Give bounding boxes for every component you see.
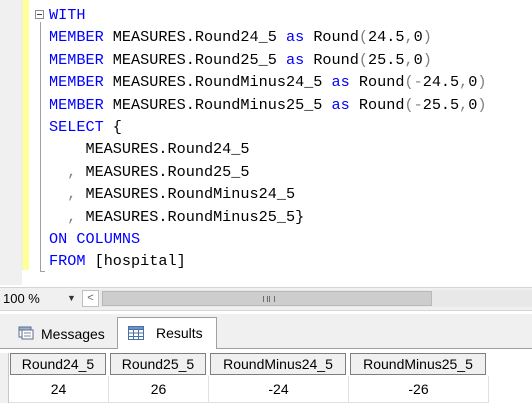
code-token: 0 (413, 50, 423, 69)
collapse-icon[interactable] (35, 10, 44, 19)
code-token: , (67, 207, 77, 226)
code-token: MEMBER (49, 28, 104, 47)
code-line: FROM [hospital] (49, 250, 487, 272)
messages-icon (18, 326, 34, 340)
code-token: WITH (49, 6, 86, 24)
code-token: 24.5 (422, 73, 460, 92)
code-token: COLUMNS (76, 229, 141, 248)
table-cell[interactable]: 24 (9, 376, 109, 403)
table-cell[interactable]: -24 (209, 376, 349, 403)
table-cell[interactable]: -26 (349, 376, 489, 403)
code-token: , (67, 162, 77, 181)
code-line: MEASURES.Round24_5 (49, 138, 487, 160)
table-cell[interactable]: 26 (109, 376, 209, 403)
code-token: (- (404, 73, 423, 92)
code-token: , (459, 95, 469, 114)
code-token: 0 (413, 28, 423, 47)
results-grid[interactable]: Round24_5 Round25_5 RoundMinus24_5 Round… (0, 349, 532, 409)
code-token: MEASURES.Round24_5 (103, 28, 286, 47)
code-token: MEASURES.RoundMinus24_5 (103, 73, 332, 92)
code-line: MEMBER MEASURES.RoundMinus24_5 as Round(… (49, 71, 487, 93)
code-token: [hospital] (85, 252, 186, 271)
zoom-dropdown[interactable]: 100 % ▼ (1, 290, 79, 307)
query-editor[interactable]: WITH MEMBER MEASURES.Round24_5 as Round(2… (0, 0, 532, 285)
code-line: WITH (49, 4, 487, 26)
code-line: , MEASURES.Round25_5 (49, 161, 487, 183)
dropdown-arrow-icon[interactable]: ▼ (67, 290, 76, 307)
code-line: MEMBER MEASURES.RoundMinus25_5 as Round(… (49, 94, 487, 116)
column-header[interactable]: Round24_5 (10, 353, 106, 375)
code-token: , (67, 185, 77, 204)
code-token: MEASURES.Round25_5 (76, 162, 250, 181)
horizontal-scrollbar[interactable] (100, 290, 532, 307)
code-token: Round (304, 28, 359, 47)
zoom-level: 100 % (3, 291, 40, 306)
scrollbar-thumb[interactable] (102, 291, 432, 306)
code-line: SELECT { (49, 116, 487, 138)
code-line: , MEASURES.RoundMinus25_5} (49, 206, 487, 228)
code-token: MEMBER (49, 73, 104, 92)
code-token: , (459, 73, 469, 92)
code-token: , (404, 50, 414, 69)
code-token: MEASURES.RoundMinus24_5 (76, 185, 296, 204)
column-header[interactable]: RoundMinus25_5 (350, 353, 486, 375)
grid-icon (128, 326, 144, 340)
code-token: ) (477, 95, 487, 114)
code-token: 24.5 (368, 28, 405, 47)
query-text[interactable]: WITH MEMBER MEASURES.Round24_5 as Round(2… (49, 4, 487, 273)
code-token: ) (422, 50, 432, 69)
code-token: (- (404, 95, 423, 114)
change-tracking-margin (22, 0, 29, 270)
code-token: MEASURES.Round24_5 (49, 140, 250, 159)
code-token: ) (477, 73, 487, 92)
column-header[interactable]: Round25_5 (110, 353, 206, 375)
code-token: MEASURES.RoundMinus25_5} (76, 207, 305, 226)
results-tab-bar: Messages Results (0, 314, 532, 349)
code-token: as (331, 95, 350, 114)
tab-messages-label: Messages (41, 326, 105, 342)
scroll-left-icon[interactable]: < (82, 290, 99, 307)
code-token: MEMBER (49, 50, 104, 69)
code-token: ( (358, 28, 369, 47)
code-line: MEMBER MEASURES.Round25_5 as Round(25.5,… (49, 49, 487, 71)
code-token: { (103, 117, 122, 136)
code-token: as (285, 28, 305, 47)
grip-icon (263, 296, 275, 302)
code-token: 25.5 (422, 95, 460, 114)
outline-guide-end (40, 271, 45, 272)
editor-gutter (0, 0, 22, 285)
tab-results-label: Results (156, 325, 203, 341)
code-token: 25.5 (368, 50, 405, 69)
code-token: FROM (49, 252, 86, 271)
code-token: as (285, 50, 305, 69)
tab-results[interactable]: Results (117, 317, 217, 349)
code-token: MEASURES.RoundMinus25_5 (103, 95, 332, 114)
code-token: ( (358, 50, 369, 69)
code-token: Round (349, 73, 405, 92)
code-line: , MEASURES.RoundMinus24_5 (49, 183, 487, 205)
code-token: as (331, 73, 350, 92)
code-token: MEMBER (49, 95, 104, 114)
column-header[interactable]: RoundMinus24_5 (210, 353, 346, 375)
code-token: ON (49, 229, 68, 248)
tab-messages[interactable]: Messages (6, 320, 116, 346)
outline-guide (40, 22, 41, 272)
editor-status-strip: 100 % ▼ < (0, 287, 532, 311)
code-token: Round (304, 50, 359, 69)
row-selector[interactable] (0, 353, 9, 403)
code-token: Round (349, 95, 405, 114)
code-line: ON COLUMNS (49, 228, 487, 250)
code-token: , (404, 28, 414, 47)
code-token: ) (422, 28, 432, 47)
code-token: MEASURES.Round25_5 (103, 50, 286, 69)
code-token: SELECT (49, 117, 104, 136)
code-line: MEMBER MEASURES.Round24_5 as Round(24.5,… (49, 26, 487, 48)
